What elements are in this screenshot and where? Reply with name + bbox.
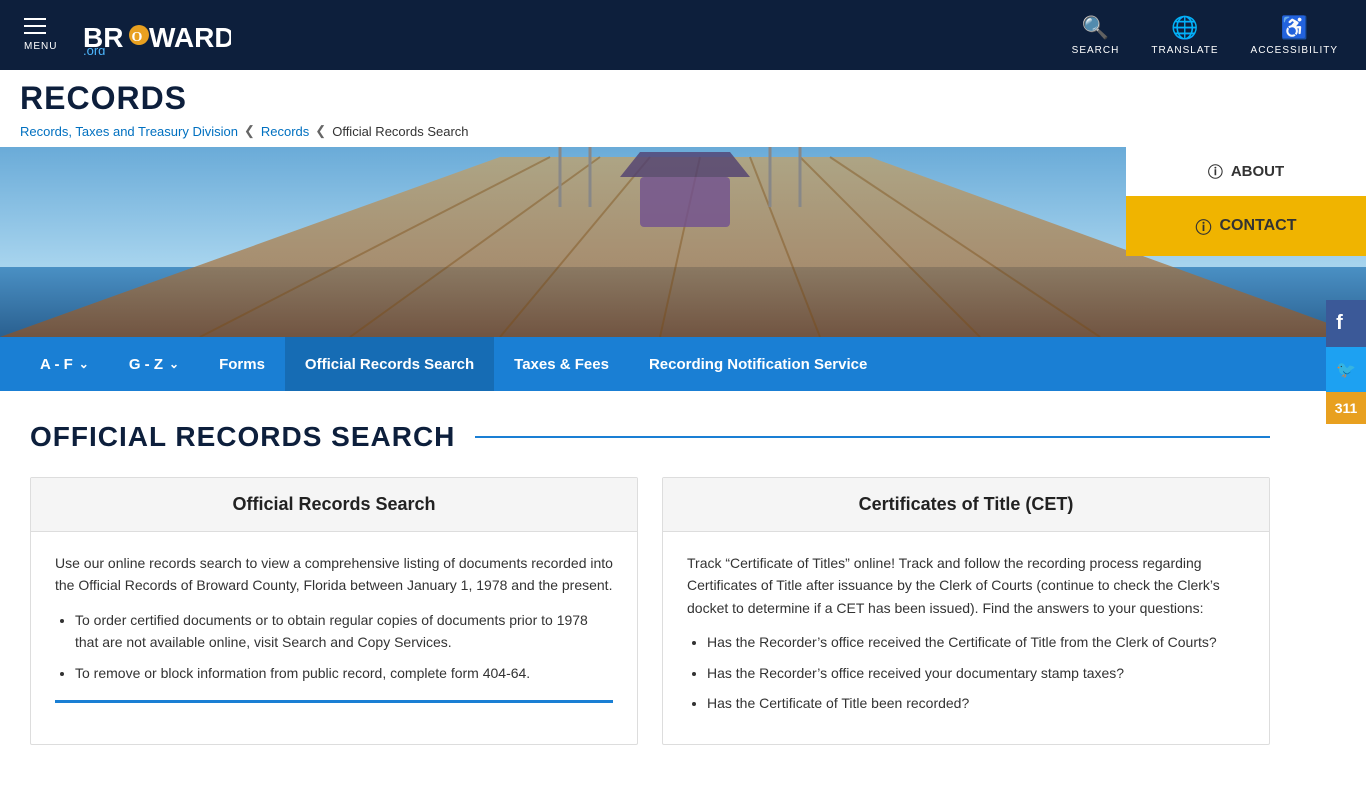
breadcrumb-sep-1: ❮	[244, 123, 255, 139]
info-icon: ⓘ	[1195, 214, 1211, 238]
breadcrumb-area: RECORDS Records, Taxes and Treasury Divi…	[0, 70, 1366, 147]
nav-item-forms[interactable]: Forms	[199, 337, 285, 391]
badge-311-button[interactable]: 311	[1326, 392, 1366, 424]
list-item: Has the Recorder’s office received the C…	[707, 631, 1245, 653]
breadcrumb-link-records-taxes[interactable]: Records, Taxes and Treasury Division	[20, 124, 238, 139]
hero-section: ⓘ ABOUT ⓘ CONTACT	[0, 147, 1366, 337]
twitter-button[interactable]: 🐦	[1326, 347, 1366, 392]
card-bullets-certificates: Has the Recorder’s office received the C…	[707, 631, 1245, 714]
accessibility-icon: ♿	[1281, 15, 1308, 41]
top-nav-icons: 🔍 SEARCH 🌐 TRANSLATE ♿ ACCESSIBILITY	[1060, 9, 1350, 62]
card-header-official-records: Official Records Search	[31, 478, 637, 532]
translate-button[interactable]: 🌐 TRANSLATE	[1139, 9, 1230, 62]
card-bullets-official: To order certified documents or to obtai…	[75, 609, 613, 684]
list-item: To order certified documents or to obtai…	[75, 609, 613, 654]
nav-item-taxes-fees[interactable]: Taxes & Fees	[494, 337, 629, 391]
section-navigation: A - F ⌄ G - Z ⌄ Forms Official Records S…	[0, 337, 1366, 391]
breadcrumb: Records, Taxes and Treasury Division ❮ R…	[20, 123, 1346, 147]
heading-divider	[475, 436, 1270, 438]
nav-item-a-f[interactable]: A - F ⌄	[20, 337, 109, 391]
card-intro-certificates: Track “Certificate of Titles” online! Tr…	[687, 552, 1245, 619]
question-icon: ⓘ	[1208, 161, 1223, 182]
facebook-icon: f	[1336, 312, 1343, 334]
top-navigation: MENU BR O WARD .org 🔍 SEARCH 🌐 TRANSLATE…	[0, 0, 1366, 70]
card-intro-official: Use our online records search to view a …	[55, 552, 613, 597]
card-body-certificates: Track “Certificate of Titles” online! Tr…	[663, 532, 1269, 744]
social-sidebar: f 🐦 311	[1326, 300, 1366, 424]
nav-item-official-records-search[interactable]: Official Records Search	[285, 337, 494, 391]
content-heading: OFFICIAL RECORDS SEARCH	[30, 421, 1270, 453]
chevron-down-icon: ⌄	[79, 357, 89, 371]
page-title: RECORDS	[20, 80, 1346, 123]
translate-icon: 🌐	[1171, 15, 1198, 41]
chevron-down-icon: ⌄	[169, 357, 179, 371]
svg-text:O: O	[132, 30, 143, 45]
search-button[interactable]: 🔍 SEARCH	[1060, 9, 1132, 62]
twitter-icon: 🐦	[1336, 362, 1356, 379]
accessibility-button[interactable]: ♿ ACCESSIBILITY	[1239, 9, 1350, 62]
nav-item-recording-notification[interactable]: Recording Notification Service	[629, 337, 887, 391]
facebook-button[interactable]: f	[1326, 300, 1366, 347]
side-buttons: ⓘ ABOUT ⓘ CONTACT	[1126, 147, 1366, 256]
official-records-card: Official Records Search Use our online r…	[30, 477, 638, 745]
cards-container: Official Records Search Use our online r…	[30, 477, 1270, 745]
menu-button[interactable]: MENU	[16, 10, 65, 60]
about-button[interactable]: ⓘ ABOUT	[1126, 147, 1366, 196]
nav-item-g-z[interactable]: G - Z ⌄	[109, 337, 199, 391]
list-item: Has the Certificate of Title been record…	[707, 692, 1245, 714]
list-item: To remove or block information from publ…	[75, 662, 613, 684]
contact-button[interactable]: ⓘ CONTACT	[1126, 196, 1366, 256]
certificates-card: Certificates of Title (CET) Track “Certi…	[662, 477, 1270, 745]
menu-label: MENU	[24, 41, 57, 52]
badge-311: 311	[1335, 400, 1358, 416]
card-body-official-records: Use our online records search to view a …	[31, 532, 637, 723]
breadcrumb-link-records[interactable]: Records	[261, 124, 309, 139]
svg-text:WARD: WARD	[149, 22, 231, 53]
list-item: Has the Recorder’s office received your …	[707, 662, 1245, 684]
card-bottom-line	[55, 700, 613, 703]
breadcrumb-sep-2: ❮	[315, 123, 326, 139]
svg-text:.org: .org	[83, 43, 105, 55]
breadcrumb-current: Official Records Search	[332, 124, 468, 139]
card-header-certificates: Certificates of Title (CET)	[663, 478, 1269, 532]
logo[interactable]: BR O WARD .org	[81, 15, 231, 55]
main-content: OFFICIAL RECORDS SEARCH Official Records…	[0, 391, 1300, 785]
search-icon: 🔍	[1082, 15, 1109, 41]
